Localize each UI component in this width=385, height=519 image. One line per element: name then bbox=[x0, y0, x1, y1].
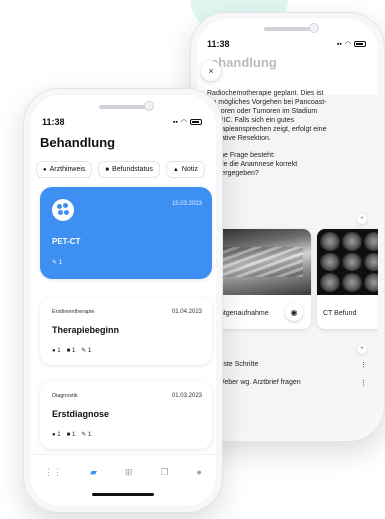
image-label: CT Befund bbox=[323, 310, 357, 317]
pen-icon: ✎ 1 bbox=[81, 348, 92, 354]
text-line: ein mögliches Vorgehen bei Pancoast- bbox=[207, 99, 327, 107]
list-screen: 11:38 ▪▪ ◠ Behandlung ● Arzthinweis ■ Be… bbox=[30, 95, 216, 506]
note-icon: ▲ bbox=[172, 166, 179, 173]
chip-label: Befundstatus bbox=[112, 166, 153, 173]
notch bbox=[263, 27, 312, 31]
entry-card-petct[interactable]: 15.03.2023 PET-CT ✎ 1 bbox=[40, 187, 212, 279]
chip-label: Notiz bbox=[181, 166, 198, 173]
chip-notiz[interactable]: ▲ Notiz bbox=[165, 161, 205, 178]
notch bbox=[99, 105, 147, 109]
list-phone: 11:38 ▪▪ ◠ Behandlung ● Arzthinweis ■ Be… bbox=[23, 88, 223, 513]
card-date: 01.04.2023 bbox=[171, 309, 202, 315]
wifi-icon: ◠ bbox=[344, 41, 351, 48]
chip-arzthinweis[interactable]: ● Arzthinweis bbox=[36, 161, 93, 178]
text-line: Tumoren oder Tumoren im Stadium bbox=[207, 108, 318, 116]
person-icon: ● bbox=[43, 166, 47, 173]
tab-bar: ⋮⋮ ▰ ⊞ ❐ ● bbox=[30, 454, 216, 506]
status-icons: ▪▪ ◠ bbox=[337, 40, 366, 48]
card-title: Erstdiagnose bbox=[52, 409, 110, 419]
grid-icon[interactable]: ⋮⋮ bbox=[44, 467, 62, 478]
document-icon: ■ bbox=[105, 166, 110, 173]
status-time: 11:38 bbox=[42, 117, 65, 127]
detail-text: Radiochemotherapie geplant. Dies ist ein… bbox=[207, 89, 378, 185]
entry-card-therapiebeginn[interactable]: Erstlinientherapie 01.04.2023 Therapiebe… bbox=[40, 297, 212, 365]
card-category: Erstlinientherapie bbox=[52, 309, 95, 315]
detail-screen: 11:38 ▪▪ ◠ ehandlung × Radiochemotherapi… bbox=[197, 19, 378, 435]
image-card-ct[interactable]: CT Befund bbox=[317, 229, 378, 329]
page-title: Behandlung bbox=[40, 135, 116, 150]
person-icon: ● 1 bbox=[52, 347, 61, 354]
document-icon: ■ 1 bbox=[66, 431, 76, 438]
profile-icon[interactable]: ● bbox=[197, 467, 202, 478]
battery-icon bbox=[354, 41, 366, 47]
entry-card-erstdiagnose[interactable]: Diagnostik 01.03.2023 Erstdiagnose ● 1 ■… bbox=[40, 381, 212, 449]
card-meta: ● 1 ■ 1 ✎ 1 bbox=[52, 431, 92, 439]
add-step-button[interactable]: + bbox=[357, 344, 367, 354]
card-meta: ● 1 ■ 1 ✎ 1 bbox=[52, 347, 92, 355]
card-category: Diagnostik bbox=[52, 393, 78, 399]
camera-dot bbox=[144, 101, 154, 111]
folder-icon[interactable]: ▰ bbox=[90, 467, 97, 478]
detail-title: ehandlung bbox=[211, 55, 277, 70]
ct-image bbox=[317, 229, 378, 295]
filter-chips: ● Arzthinweis ■ Befundstatus ▲ Notiz bbox=[36, 161, 205, 178]
more-icon[interactable]: ⋮ bbox=[360, 379, 367, 387]
pen-icon: ✎ 1 bbox=[81, 432, 92, 438]
signal-icon: ▪▪ bbox=[336, 40, 342, 48]
document-icon: ■ 1 bbox=[66, 347, 76, 354]
eye-icon[interactable]: ◉ bbox=[285, 303, 303, 321]
chip-befundstatus[interactable]: ■ Befundstatus bbox=[98, 161, 160, 178]
person-icon: ● 1 bbox=[52, 431, 61, 438]
card-title: Therapiebeginn bbox=[52, 325, 120, 335]
add-image-button[interactable]: + bbox=[357, 214, 367, 224]
more-icon[interactable]: ⋮ bbox=[360, 361, 367, 369]
text-line: Therapieansprechen zeigt, erfolgt eine bbox=[207, 126, 327, 134]
next-step-item[interactable]: Dr. Weber wg. Arztbrief fragen ⋮ bbox=[207, 379, 367, 387]
chip-label: Arzthinweis bbox=[49, 166, 86, 173]
close-icon[interactable]: × bbox=[201, 61, 221, 81]
wifi-icon: ◠ bbox=[180, 119, 187, 126]
card-title: PET-CT bbox=[52, 237, 81, 246]
text-line: Radiochemotherapie geplant. Dies ist bbox=[207, 90, 324, 97]
card-meta: ✎ 1 bbox=[52, 259, 62, 266]
next-steps-row[interactable]: Nächste Schritte ⋮ bbox=[207, 361, 367, 369]
card-date: 01.03.2023 bbox=[171, 393, 202, 399]
home-indicator bbox=[92, 493, 154, 496]
status-icons: ▪▪ ◠ bbox=[173, 118, 202, 126]
plus-icon[interactable]: ⊞ bbox=[125, 467, 133, 478]
camera-dot bbox=[309, 23, 319, 33]
card-date: 15.03.2023 bbox=[171, 201, 202, 207]
tab-icons: ⋮⋮ ▰ ⊞ ❐ ● bbox=[30, 467, 216, 478]
status-time: 11:38 bbox=[207, 39, 230, 49]
battery-icon bbox=[190, 119, 202, 125]
app-logo-icon bbox=[52, 199, 74, 221]
pen-icon: ✎ 1 bbox=[52, 260, 63, 266]
signal-icon: ▪▪ bbox=[172, 118, 178, 126]
copy-icon[interactable]: ❐ bbox=[160, 467, 168, 478]
